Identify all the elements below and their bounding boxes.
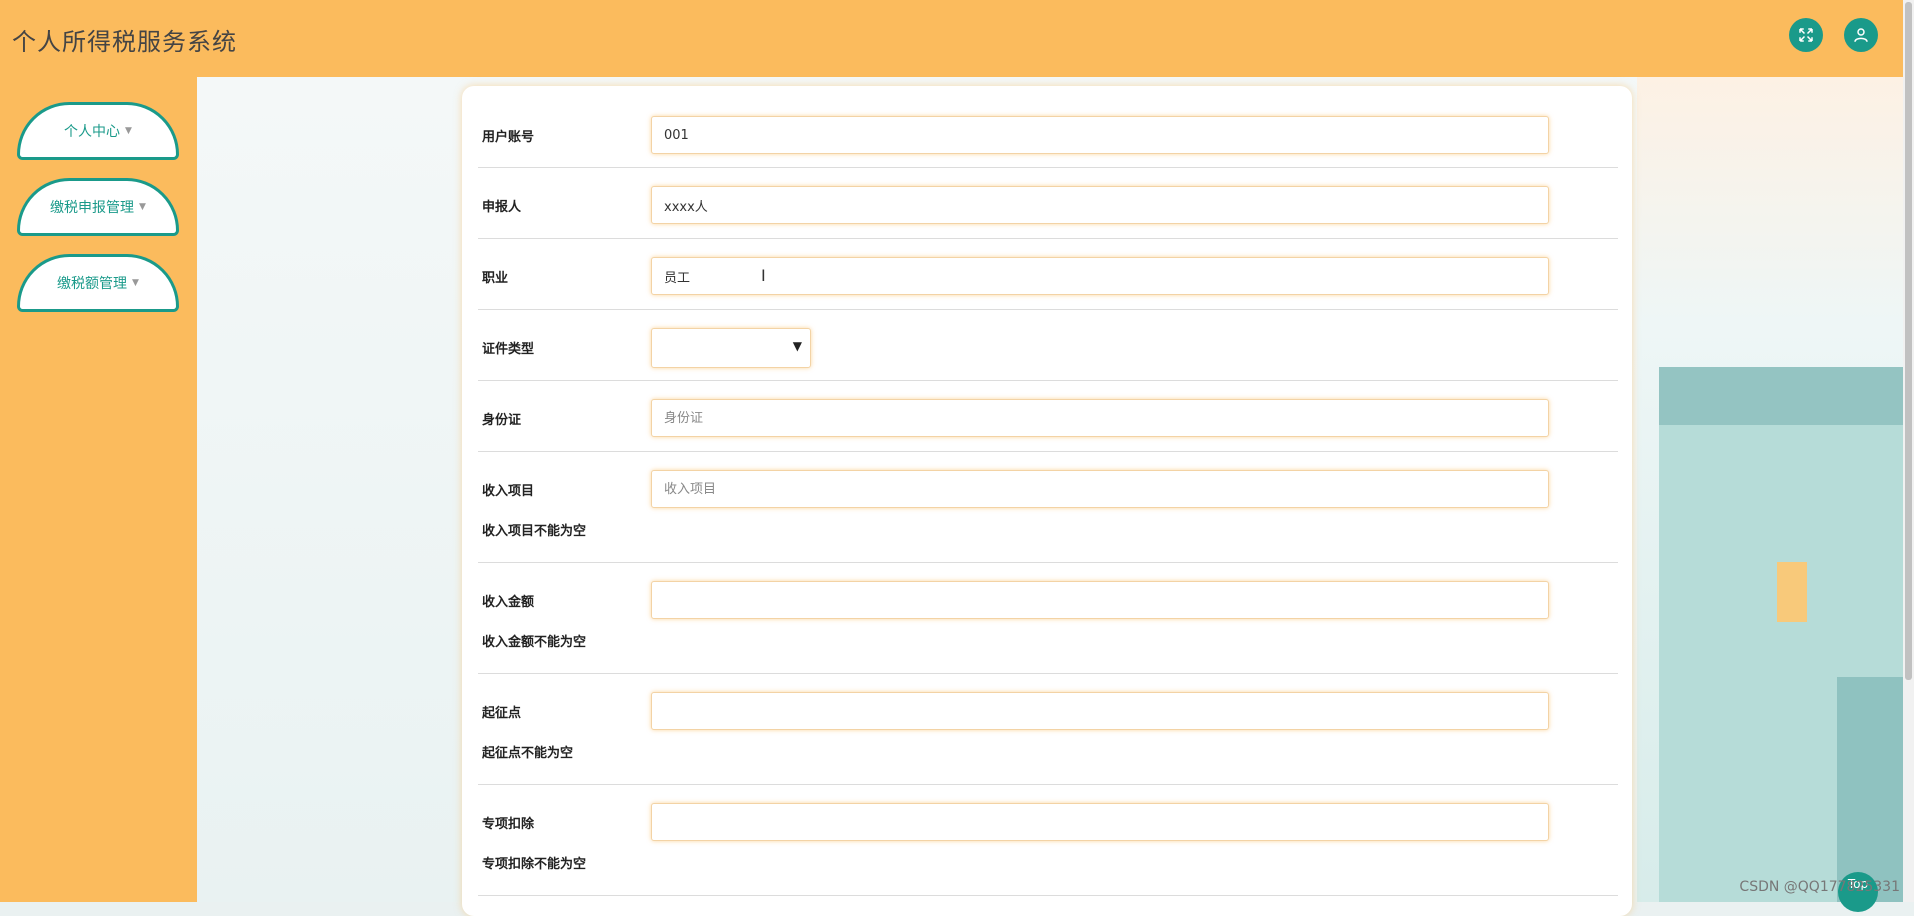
- form-row-occupation: 职业 I: [478, 239, 1618, 310]
- background-steps: [1837, 677, 1903, 902]
- validation-message: 收入项目不能为空: [482, 524, 587, 539]
- form-row-applicant: 申报人: [478, 168, 1618, 239]
- watermark: CSDN @QQ177825331: [1739, 879, 1900, 895]
- field-label: 申报人: [482, 200, 522, 215]
- caret-down-icon: ▼: [125, 126, 132, 136]
- user-account-input[interactable]: [651, 116, 1549, 154]
- form-row-id-type: 证件类型 ▼: [478, 310, 1618, 381]
- sidebar-item-label: 缴税额管理: [57, 276, 128, 292]
- form-row-income-item: 收入项目 收入项目不能为空: [478, 452, 1618, 563]
- expand-icon: [1799, 28, 1813, 42]
- header-bar: 个人所得税服务系统: [0, 0, 1903, 77]
- field-label: 起征点: [482, 706, 522, 721]
- applicant-input[interactable]: [651, 186, 1549, 224]
- chevron-down-icon: ▼: [792, 339, 802, 353]
- form-row-special-deduction: 专项扣除 专项扣除不能为空: [478, 785, 1618, 896]
- form-row-id-card: 身份证: [478, 381, 1618, 452]
- id-type-select[interactable]: ▼: [651, 328, 811, 368]
- id-card-input[interactable]: [651, 399, 1549, 437]
- field-label: 收入金额: [482, 595, 535, 610]
- form-card: 用户账号 申报人 职业 I 证件类型 ▼ 身份证 收入项目 收入项目不能为空 收…: [462, 86, 1632, 916]
- user-button[interactable]: [1844, 18, 1878, 52]
- text-cursor-icon: I: [761, 266, 766, 285]
- field-label: 职业: [482, 271, 509, 286]
- sidebar-item-tax-declaration[interactable]: 缴税申报管理 ▼: [17, 178, 179, 236]
- field-label: 身份证: [482, 413, 522, 428]
- fullscreen-button[interactable]: [1789, 18, 1823, 52]
- field-label: 专项扣除: [482, 817, 535, 832]
- special-deduction-input[interactable]: [651, 803, 1549, 841]
- sidebar-item-personal-center[interactable]: 个人中心 ▼: [17, 102, 179, 160]
- caret-down-icon: ▼: [139, 202, 146, 212]
- page-scrollbar[interactable]: [1903, 0, 1914, 902]
- sidebar-item-label: 缴税申报管理: [50, 200, 135, 216]
- income-amount-input[interactable]: [651, 581, 1549, 619]
- app-title: 个人所得税服务系统: [12, 28, 237, 56]
- background-frame: [1777, 562, 1807, 622]
- validation-message: 起征点不能为空: [482, 746, 574, 761]
- sidebar-item-tax-amount[interactable]: 缴税额管理 ▼: [17, 254, 179, 312]
- field-label: 用户账号: [482, 130, 535, 145]
- form-row-income-amount: 收入金额 收入金额不能为空: [478, 563, 1618, 674]
- validation-message: 专项扣除不能为空: [482, 857, 587, 872]
- background-railing: [1659, 367, 1903, 425]
- sidebar-item-label: 个人中心: [64, 124, 121, 140]
- threshold-input[interactable]: [651, 692, 1549, 730]
- form-row-user-account: 用户账号: [478, 86, 1618, 168]
- occupation-input[interactable]: [651, 257, 1549, 295]
- income-item-input[interactable]: [651, 470, 1549, 508]
- field-label: 证件类型: [482, 342, 535, 357]
- field-label: 收入项目: [482, 484, 535, 499]
- sidebar: 个人中心 ▼ 缴税申报管理 ▼ 缴税额管理 ▼: [0, 77, 197, 902]
- user-icon: [1854, 28, 1868, 42]
- caret-down-icon: ▼: [132, 278, 139, 288]
- scrollbar-thumb[interactable]: [1905, 2, 1912, 680]
- form-row-threshold: 起征点 起征点不能为空: [478, 674, 1618, 785]
- validation-message: 收入金额不能为空: [482, 635, 587, 650]
